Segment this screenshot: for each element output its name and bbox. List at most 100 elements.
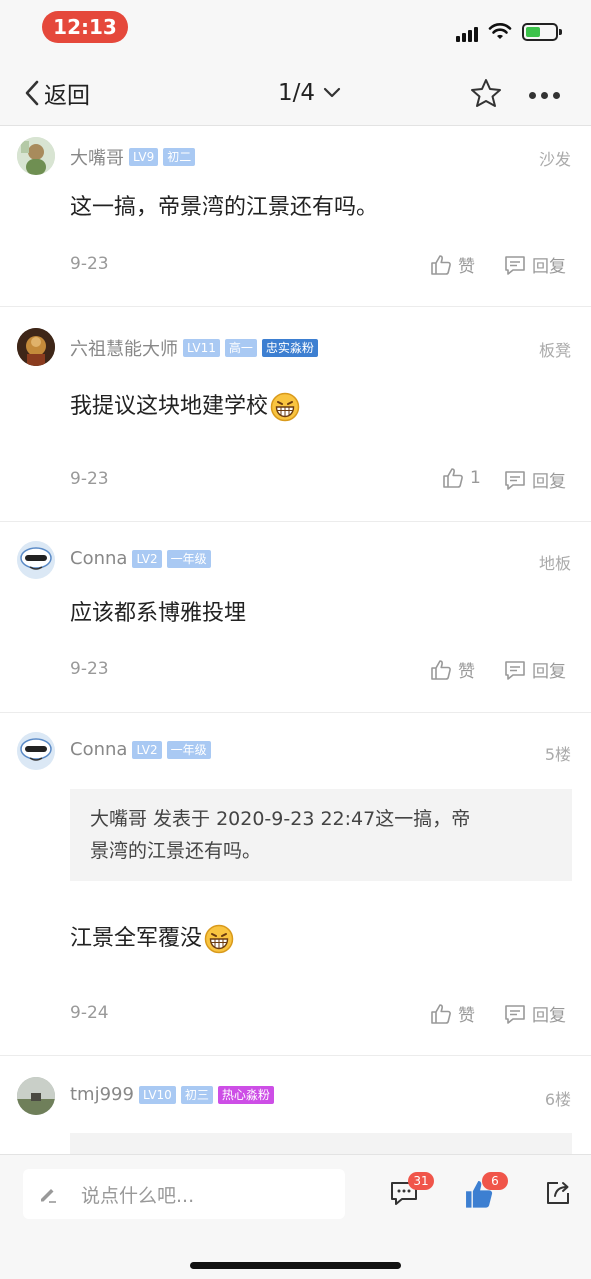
floor-label: 板凳 xyxy=(538,341,571,360)
reply-button[interactable]: 回复 xyxy=(504,657,566,682)
comment-input[interactable]: 说点什么吧... xyxy=(23,1169,345,1219)
reply-date: 9-24 xyxy=(70,1003,109,1023)
username-text: Conna xyxy=(70,548,128,569)
star-icon[interactable] xyxy=(470,78,502,108)
reply-content: 应该都系博雅投埋 xyxy=(70,601,247,626)
grade-badge: 高一 xyxy=(224,339,257,357)
level-badge: LV2 xyxy=(132,740,162,759)
reply-text: 我提议这块地建学校 xyxy=(70,394,269,419)
reply-content: 江景全军覆没 xyxy=(70,920,234,954)
reply-text: 江景全军覆没 xyxy=(70,926,203,951)
home-indicator[interactable] xyxy=(190,1262,401,1269)
bottom-bar: 说点什么吧... 31 6 xyxy=(0,1154,591,1279)
input-placeholder: 说点什么吧... xyxy=(81,1184,195,1207)
like-button[interactable]: 赞 xyxy=(430,252,475,277)
reply-date: 9-23 xyxy=(70,469,109,489)
share-icon[interactable] xyxy=(544,1179,572,1207)
reply-date: 9-23 xyxy=(70,254,109,274)
fan-badge: 热心淼粉 xyxy=(217,1085,274,1104)
like-label: 赞 xyxy=(458,1006,475,1026)
reply-item: Conna LV2 一年级 地板 应该都系博雅投埋 9-23 赞 回复 xyxy=(0,523,591,713)
reply-label: 回复 xyxy=(532,257,566,277)
like-count-badge: 6 xyxy=(482,1172,508,1190)
avatar[interactable] xyxy=(17,1077,55,1115)
username-text: tmj999 xyxy=(70,1084,134,1105)
status-bar: 12:13 xyxy=(0,0,591,58)
reply-button[interactable]: 回复 xyxy=(504,1001,566,1026)
reply-button[interactable]: 回复 xyxy=(504,252,566,277)
level-badge: LV9 xyxy=(129,148,159,166)
floor-label: 5楼 xyxy=(544,745,571,764)
reply-item: Conna LV2 一年级 5楼 大嘴哥 发表于 2020-9-23 22:47… xyxy=(0,714,591,1056)
username-text: 六祖慧能大师 xyxy=(70,339,178,360)
reply-content: 我提议这块地建学校 xyxy=(70,388,300,422)
comment-icon xyxy=(505,660,525,680)
level-badge: LV2 xyxy=(132,549,162,568)
comment-icon xyxy=(505,255,525,275)
reply-button[interactable]: 回复 xyxy=(504,467,566,492)
reply-label: 回复 xyxy=(532,662,566,682)
back-label: 返回 xyxy=(44,83,90,109)
more-icon[interactable] xyxy=(529,92,560,99)
reply-item: 大嘴哥 LV9 初二 沙发 这一搞，帝景湾的江景还有吗。 9-23 赞 回复 xyxy=(0,127,591,307)
thumbs-up-icon xyxy=(431,659,451,680)
like-button[interactable]: 赞 xyxy=(430,657,475,682)
fan-badge: 忠实淼粉 xyxy=(261,339,318,357)
like-button[interactable]: 赞 xyxy=(430,1001,475,1026)
reply-item: 六祖慧能大师 LV11 高一 忠实淼粉 板凳 我提议这块地建学校 9-23 1 … xyxy=(0,308,591,522)
thumbs-up-icon xyxy=(431,254,451,275)
like-post-button[interactable]: 6 xyxy=(464,1172,508,1213)
floor-label: 地板 xyxy=(538,554,571,573)
comments-button[interactable]: 31 xyxy=(390,1172,434,1211)
signal-icon xyxy=(456,26,482,42)
quoted-reply[interactable]: 大嘴哥 发表于 2020-9-23 22:47这一搞，帝 景湾的江景还有吗。 xyxy=(70,789,572,881)
grin-emoji-icon xyxy=(270,392,300,422)
reply-feed: 大嘴哥 LV9 初二 沙发 这一搞，帝景湾的江景还有吗。 9-23 赞 回复 六… xyxy=(0,127,591,1154)
quote-line: 大嘴哥 发表于 2020-9-23 22:47这一搞，帝 xyxy=(90,808,471,830)
grade-badge: 初三 xyxy=(180,1085,213,1104)
battery-icon xyxy=(522,23,562,41)
avatar[interactable] xyxy=(17,541,55,579)
grade-badge: 一年级 xyxy=(166,740,211,759)
like-count: 1 xyxy=(470,468,481,488)
reply-content: 这一搞，帝景湾的江景还有吗。 xyxy=(70,195,379,220)
page-indicator: 1/4 xyxy=(278,80,316,106)
comment-count-badge: 31 xyxy=(408,1172,434,1190)
username[interactable]: Conna LV2 一年级 xyxy=(70,739,211,760)
comment-icon xyxy=(505,470,525,490)
thumbs-up-icon xyxy=(443,468,463,488)
avatar[interactable] xyxy=(17,732,55,770)
like-button[interactable]: 1 xyxy=(442,467,481,489)
nav-bar: 返回 1/4 xyxy=(0,58,591,126)
username[interactable]: 大嘴哥 LV9 初二 xyxy=(70,144,196,170)
like-label: 赞 xyxy=(458,662,475,682)
username[interactable]: tmj999 LV10 初三 热心淼粉 xyxy=(70,1084,274,1105)
floor-label: 6楼 xyxy=(544,1090,571,1109)
avatar[interactable] xyxy=(17,328,55,366)
grade-badge: 一年级 xyxy=(166,549,211,568)
username[interactable]: Conna LV2 一年级 xyxy=(70,548,211,569)
page-selector[interactable]: 1/4 xyxy=(278,78,341,108)
quoted-reply[interactable] xyxy=(70,1133,572,1154)
level-badge: LV10 xyxy=(138,1085,176,1104)
level-badge: LV11 xyxy=(183,339,220,357)
grade-badge: 初二 xyxy=(163,148,196,166)
pen-icon xyxy=(41,1189,56,1203)
wifi-icon xyxy=(488,23,512,39)
floor-label: 沙发 xyxy=(538,150,571,169)
comment-icon xyxy=(505,1004,525,1024)
username-text: Conna xyxy=(70,739,128,760)
grin-emoji-icon xyxy=(204,924,234,954)
like-label: 赞 xyxy=(458,257,475,277)
username-text: 大嘴哥 xyxy=(70,148,124,169)
chevron-down-icon xyxy=(323,87,341,98)
reply-label: 回复 xyxy=(532,472,566,492)
reply-date: 9-23 xyxy=(70,659,109,679)
username[interactable]: 六祖慧能大师 LV11 高一 忠实淼粉 xyxy=(70,335,318,361)
reply-item: tmj999 LV10 初三 热心淼粉 6楼 xyxy=(0,1057,591,1154)
status-time: 12:13 xyxy=(42,11,128,43)
back-button[interactable]: 返回 xyxy=(24,78,90,109)
chevron-left-icon xyxy=(25,80,39,106)
thumbs-up-icon xyxy=(431,1003,451,1024)
avatar[interactable] xyxy=(17,137,55,175)
